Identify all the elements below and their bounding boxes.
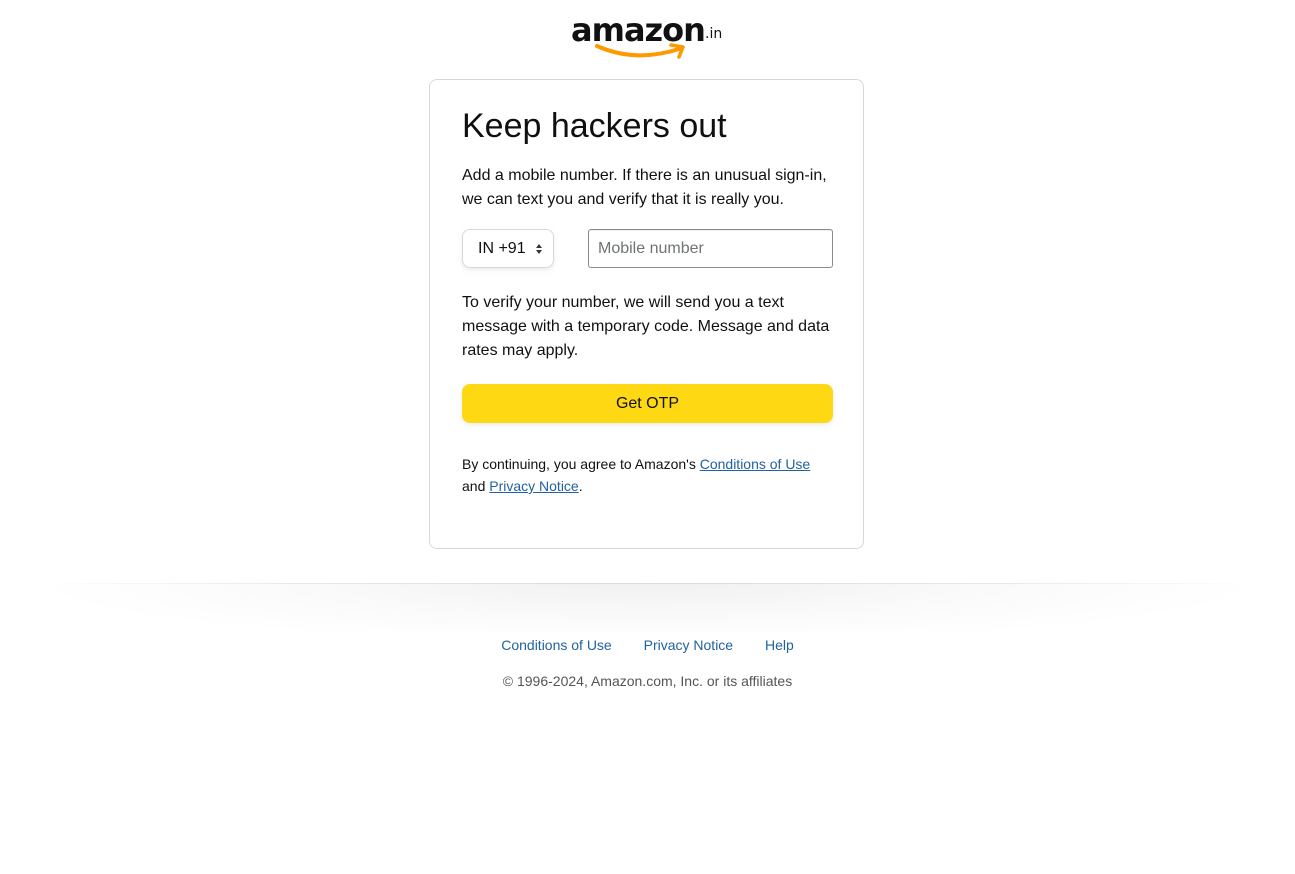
country-code-value: IN +91 xyxy=(478,240,526,257)
amazon-logo[interactable]: amazon .in xyxy=(571,12,723,60)
logo-suffix: .in xyxy=(705,26,723,42)
intro-text: Add a mobile number. If there is an unus… xyxy=(462,167,827,208)
verify-note: To verify your number, we will send you … xyxy=(462,294,830,359)
legal-prefix: By continuing, you agree to Amazon's xyxy=(462,456,700,472)
privacy-notice-link[interactable]: Privacy Notice xyxy=(489,478,578,494)
get-otp-button[interactable]: Get OTP xyxy=(462,384,833,423)
footer-help-link[interactable]: Help xyxy=(765,637,794,653)
footer-privacy-link[interactable]: Privacy Notice xyxy=(644,637,733,653)
legal-suffix: . xyxy=(578,478,583,494)
footer-conditions-link[interactable]: Conditions of Use xyxy=(501,637,612,653)
conditions-of-use-link[interactable]: Conditions of Use xyxy=(700,456,811,472)
copyright-text: © 1996-2024, Amazon.com, Inc. or its aff… xyxy=(502,673,793,689)
sort-arrows-icon xyxy=(536,244,542,254)
footer-divider xyxy=(0,583,1295,633)
add-mobile-card: Keep hackers out Add a mobile number. If… xyxy=(429,79,864,549)
page-title: Keep hackers out xyxy=(462,107,727,145)
legal-and: and xyxy=(462,478,490,494)
country-code-select[interactable]: IN +91 xyxy=(462,229,554,268)
smile-arrow-icon xyxy=(595,43,685,59)
mobile-number-input[interactable] xyxy=(588,229,833,268)
footer-links: Conditions of Use Privacy Notice Help xyxy=(0,636,1295,654)
legal-notice: By continuing, you agree to Amazon's Con… xyxy=(462,453,822,497)
page: amazon .in Keep hackers out Add a mobile… xyxy=(0,0,1295,874)
